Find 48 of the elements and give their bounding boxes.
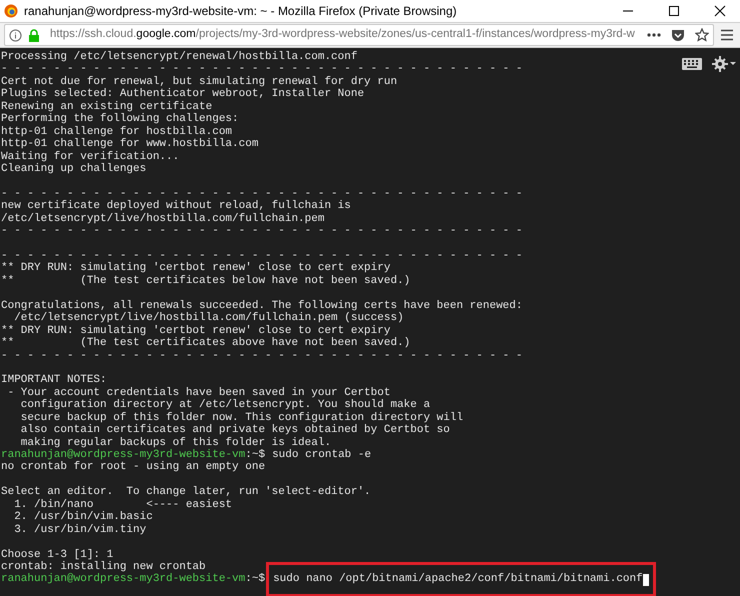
terminal-line: - Your account credentials have been saved in your Certbot xyxy=(6,386,390,399)
terminal-line: 1. /bin/nano <---- easiest xyxy=(13,498,232,511)
terminal-line: new certificate deployed without reload, fullchain is xyxy=(1,200,351,213)
terminal-command: sudo crontab -e xyxy=(272,449,372,462)
terminal-line: ** DRY RUN: simulating 'certbot renew' close to cert expiry xyxy=(1,324,390,337)
terminal-line: Processing /etc/letsencrypt/renewal/hostbilla.com.conf xyxy=(1,51,358,64)
terminal-line: crontab: installing new crontab xyxy=(1,560,206,573)
browser-logo-icon xyxy=(4,4,18,18)
terminal-line: Choose 1-3 [1]: 1 xyxy=(1,548,114,561)
settings-icon[interactable] xyxy=(712,56,736,72)
terminal-line: - - - - - - - - - - - - - - - - - - - - - - - - - - - - - - - - - - - - - - - - xyxy=(1,350,522,362)
terminal-line: http-01 challenge for www.hostbilla.com xyxy=(1,138,258,151)
terminal-line: Waiting for verification... xyxy=(1,150,180,163)
terminal-line: IMPORTANT NOTES: xyxy=(1,374,107,387)
terminal-line: - - - - - - - - - - - - - - - - - - - - - - - - - - - - - - - - - - - - - - - - xyxy=(1,225,522,238)
terminal-line: - - - - - - - - - - - - - - - - - - - - - - - - - - - - - - - - - - - - - - - - xyxy=(1,250,522,262)
highlighted-command: sudo nano /opt/bitnami/apache2/conf/bitnami/bitnami.conf xyxy=(266,562,656,596)
terminal-line: Select an editor. To change later, run 'select-editor'. xyxy=(1,486,371,499)
terminal-line: Cert not due for renewal, but simulating renewal for dry run xyxy=(1,76,398,88)
terminal-line: Renewing an existing certificate xyxy=(1,100,212,113)
terminal-line: no crontab for root - using an empty one xyxy=(1,461,266,474)
terminal-line: Cleaning up challenges xyxy=(1,162,146,176)
terminal-line: configuration directory at /etc/letsencrypt. You should make a xyxy=(20,399,430,412)
close-icon[interactable] xyxy=(714,5,726,17)
terminal-line: 2. /usr/bin/vim.basic xyxy=(13,511,153,524)
terminal-line: - - - - - - - - - - - - - - - - - - - - - - - - - - - - - - - - - - - - - - - - xyxy=(1,63,522,76)
terminal-line: secure backup of this folder now. This configuration directory will xyxy=(20,412,464,424)
terminal-line: making regular backups of this folder is ideal. xyxy=(20,436,332,449)
prompt-path: :~$ xyxy=(245,573,266,586)
prompt-user: ranahunjan@wordpress-my3rd-website-vm xyxy=(1,573,246,586)
terminal-line: 3. /usr/bin/vim.tiny xyxy=(13,524,146,536)
terminal-line: /etc/letsencrypt/live/hostbilla.com/fullchain.pem (success) xyxy=(13,312,404,325)
terminal-line: http-01 challenge for hostbilla.com xyxy=(1,126,232,138)
terminal-line: Plugins selected: Authenticator webroot, Installer None xyxy=(1,88,364,101)
menu-icon[interactable] xyxy=(720,29,734,41)
prompt-user: ranahunjan@wordpress-my3rd-website-vm xyxy=(1,449,246,461)
terminal-line: Congratulations, all renewals succeeded. The following certs have been renewed: xyxy=(1,300,522,312)
terminal-line: Performing the following challenges: xyxy=(1,113,239,126)
terminal-line: ** DRY RUN: simulating 'certbot renew' close to cert expiry xyxy=(1,262,390,275)
terminal-line: also contain certificates and private keys obtained by Certbot so xyxy=(20,424,450,437)
terminal-line: - - - - - - - - - - - - - - - - - - - - - - - - - - - - - - - - - - - - - - - - xyxy=(1,188,522,200)
prompt-path: :~$ xyxy=(245,449,266,462)
terminal-line: ** (The test certificates above have not been saved.) xyxy=(1,337,410,350)
terminal-line: /etc/letsencrypt/live/hostbilla.com/fullchain.pem xyxy=(1,212,324,226)
keyboard-icon[interactable] xyxy=(682,58,702,70)
maximize-icon[interactable] xyxy=(668,5,680,17)
window-title: ranahunjan@wordpress-my3rd-website-vm: ~ - Mozilla Firefox (Private Browsing) xyxy=(24,3,457,20)
terminal-line: ** (The test certificates below have not been saved.) xyxy=(1,274,410,288)
